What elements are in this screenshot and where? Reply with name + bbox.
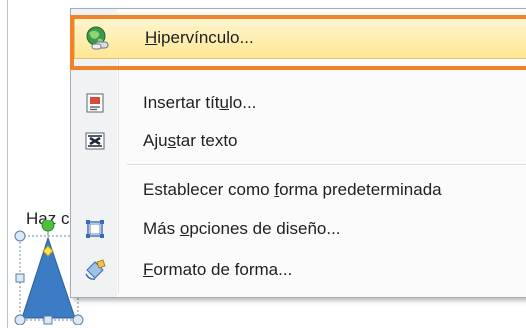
context-menu: Hipervínculo... Insertar título... Ajust… [70,8,526,298]
resize-handle[interactable] [14,230,26,242]
format-shape-icon [73,252,117,288]
resize-handle[interactable] [15,273,25,283]
resize-handle[interactable] [14,314,26,325]
hyperlink-globe-icon [75,20,119,56]
menu-item-hyperlink[interactable]: Hipervínculo... [74,17,526,59]
menu-item-label: Formato de forma... [143,260,293,279]
menu-item-set-default-shape[interactable]: Establecer como forma predeterminada [73,172,526,208]
menu-item-insert-caption[interactable]: Insertar título... [73,85,526,121]
menu-item-label: Insertar título... [143,93,257,112]
rotate-handle[interactable] [41,220,55,232]
menu-item-format-shape[interactable]: Formato de forma... [73,252,526,288]
menu-item-label: Establecer como forma predeterminada [143,180,442,199]
menu-item-wrap-text[interactable]: Ajustar texto [73,123,526,159]
layout-options-icon [73,211,117,247]
menu-separator [127,164,526,165]
menu-item-more-layout-options[interactable]: Más opciones de diseño... [73,211,526,247]
wrap-text-icon [73,123,117,159]
menu-item-label: Hipervínculo... [145,28,254,47]
menu-item-label: Ajustar texto [143,131,238,150]
menu-item-label: Más opciones de diseño... [143,219,341,238]
resize-handle[interactable] [72,314,84,325]
insert-caption-icon [73,85,117,121]
resize-handle[interactable] [43,315,53,325]
